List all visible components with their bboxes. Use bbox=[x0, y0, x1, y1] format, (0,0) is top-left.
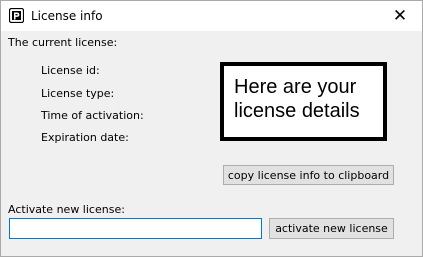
license-id-label: License id: bbox=[41, 64, 100, 77]
annotation-line-2: license details bbox=[234, 100, 360, 122]
title-bar[interactable]: License info ✕ bbox=[1, 1, 422, 31]
license-details-annotation: Here are your license details bbox=[220, 62, 387, 141]
close-icon[interactable]: ✕ bbox=[378, 1, 422, 31]
license-type-label: License type: bbox=[41, 87, 115, 100]
window-title: License info bbox=[31, 9, 103, 23]
activate-license-label: Activate new license: bbox=[8, 203, 125, 216]
annotation-line-1: Here are your bbox=[234, 76, 357, 98]
activate-license-button[interactable]: activate new license bbox=[269, 218, 394, 239]
app-icon bbox=[9, 8, 24, 23]
license-info-window: License info ✕ The current license: Lice… bbox=[0, 0, 423, 257]
expiration-date-label: Expiration date: bbox=[41, 131, 129, 144]
current-license-heading: The current license: bbox=[8, 36, 118, 49]
copy-license-button[interactable]: copy license info to clipboard bbox=[223, 165, 394, 185]
activation-time-label: Time of activation: bbox=[41, 109, 144, 122]
license-key-input[interactable] bbox=[9, 218, 262, 239]
